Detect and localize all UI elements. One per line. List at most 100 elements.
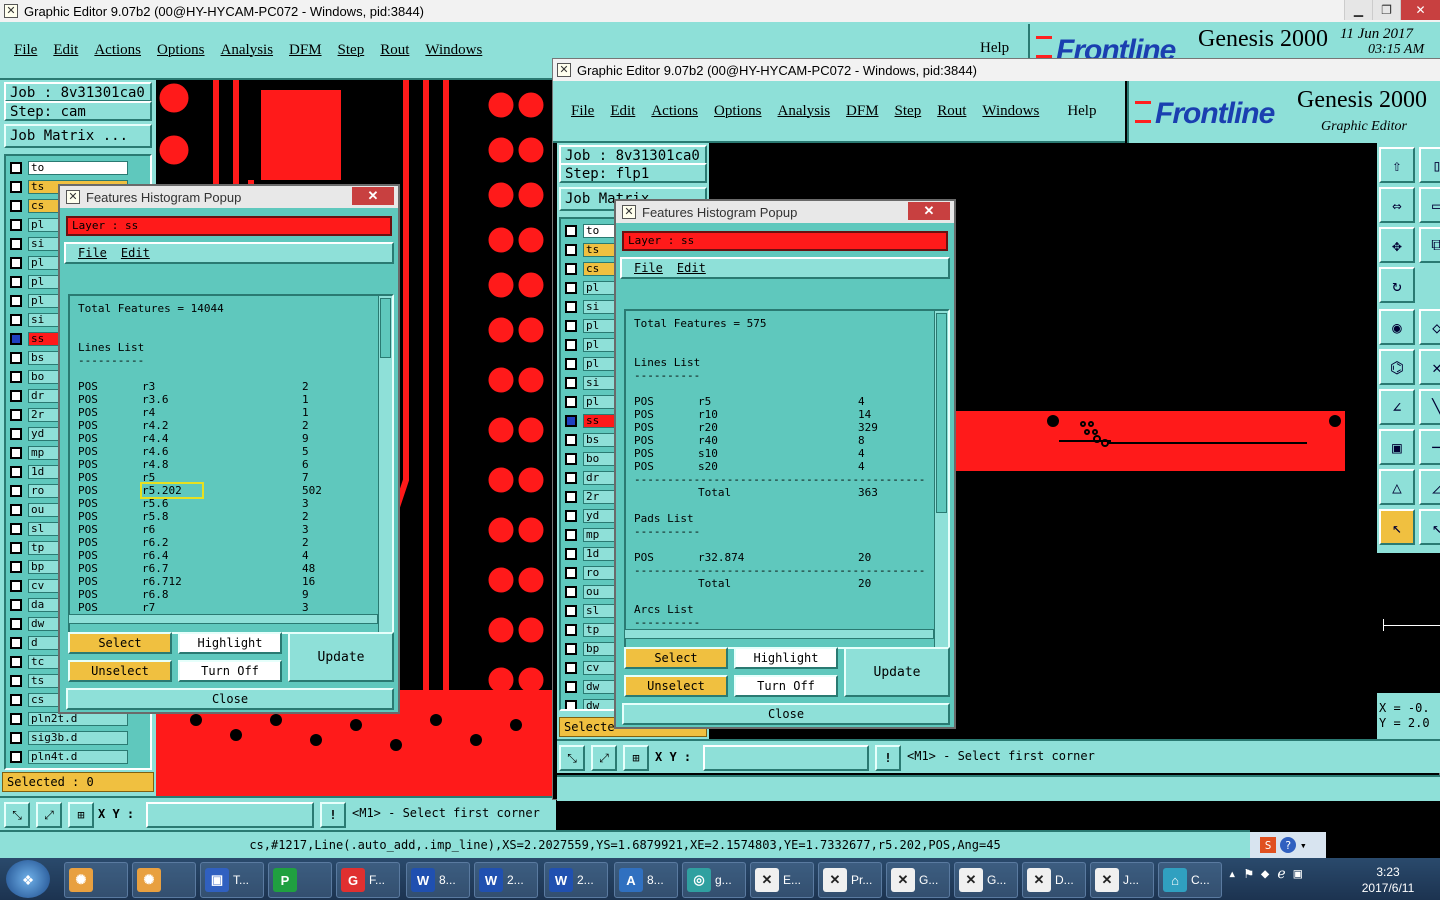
- taskbar-item[interactable]: ✕ Pr...: [818, 862, 882, 898]
- menu-analysis[interactable]: Analysis: [221, 42, 274, 59]
- menu-edit[interactable]: Edit: [53, 42, 78, 59]
- second-layer-checkbox[interactable]: [565, 282, 577, 294]
- second-zoom-fit-icon[interactable]: ⤡: [559, 745, 585, 771]
- main-layer-checkbox[interactable]: [10, 447, 22, 459]
- popup2-unselect-button[interactable]: Unselect: [624, 675, 728, 697]
- tray-arrow-icon[interactable]: ▴: [1228, 866, 1236, 882]
- main-layer-checkbox[interactable]: [10, 618, 22, 630]
- second-zoom-area-icon[interactable]: ⤢: [591, 745, 617, 771]
- second-layer-checkbox[interactable]: [565, 510, 577, 522]
- popup1-line-row[interactable]: POS r6.8 9: [78, 588, 392, 601]
- popup1-scroll-thumb[interactable]: [380, 298, 391, 358]
- second-menu-rout[interactable]: Rout: [937, 103, 966, 120]
- main-layer-checkbox[interactable]: [10, 428, 22, 440]
- popup1-line-row[interactable]: POS r5.6 3: [78, 497, 392, 510]
- grid-icon[interactable]: ⊞: [68, 802, 94, 828]
- tool-cross-icon[interactable]: ✕: [1419, 349, 1440, 385]
- main-layer-checkbox[interactable]: [10, 276, 22, 288]
- popup1-close-button[interactable]: Close: [66, 688, 394, 710]
- second-layer-checkbox[interactable]: [565, 396, 577, 408]
- popup1-update-button[interactable]: Update: [288, 632, 394, 682]
- popup1-select-button[interactable]: Select: [68, 632, 172, 654]
- main-layer-checkbox[interactable]: [10, 466, 22, 478]
- popup1-close-icon[interactable]: ✕: [352, 187, 394, 205]
- tray-flag-icon[interactable]: ⚑: [1244, 866, 1252, 882]
- popup2-update-button[interactable]: Update: [844, 647, 950, 697]
- second-grid-icon[interactable]: ⊞: [623, 745, 649, 771]
- tool-pad-icon[interactable]: ◉: [1379, 309, 1415, 345]
- start-button-icon[interactable]: ❖: [6, 860, 50, 898]
- main-layer-row[interactable]: sig3b.d: [6, 730, 150, 746]
- second-layer-checkbox[interactable]: [565, 681, 577, 693]
- main-layer-checkbox[interactable]: [10, 542, 22, 554]
- tool-angle-icon[interactable]: ∠: [1379, 389, 1415, 425]
- main-layer-checkbox[interactable]: [10, 485, 22, 497]
- tool-pointer2-icon[interactable]: ↖: [1419, 509, 1440, 545]
- taskbar-item[interactable]: A 8...: [614, 862, 678, 898]
- main-layer-name[interactable]: pln4t.d: [28, 750, 128, 764]
- popup1-line-row[interactable]: POS r4.6 5: [78, 445, 392, 458]
- popup1-line-row[interactable]: POS r5.202 502: [78, 482, 392, 499]
- second-layer-checkbox[interactable]: [565, 415, 577, 427]
- tool-line-icon[interactable]: ╲: [1419, 389, 1440, 425]
- clock[interactable]: 3:23 2017/6/11: [1340, 864, 1436, 896]
- second-menu-actions[interactable]: Actions: [651, 103, 698, 120]
- tool-rotate-icon[interactable]: ↻: [1379, 267, 1415, 303]
- menu-dfm[interactable]: DFM: [289, 42, 322, 59]
- main-layer-checkbox[interactable]: [10, 219, 22, 231]
- popup2-listbox[interactable]: Total Features = 575 Lines List --------…: [624, 309, 950, 649]
- second-menu-analysis[interactable]: Analysis: [778, 103, 831, 120]
- taskbar-item[interactable]: ✕ D...: [1022, 862, 1086, 898]
- popup2-hscroll[interactable]: [624, 629, 934, 639]
- taskbar-item[interactable]: P: [268, 862, 332, 898]
- main-title-bar[interactable]: ✕ Graphic Editor 9.07b2 (00@HY-HYCAM-PC0…: [0, 0, 1440, 22]
- second-layer-checkbox[interactable]: [565, 605, 577, 617]
- second-layer-checkbox[interactable]: [565, 434, 577, 446]
- popup1-highlight-button[interactable]: Highlight: [178, 632, 282, 654]
- second-layer-checkbox[interactable]: [565, 700, 577, 709]
- second-layer-checkbox[interactable]: [565, 263, 577, 275]
- main-layer-checkbox[interactable]: [10, 656, 22, 668]
- second-menu-step[interactable]: Step: [895, 103, 922, 120]
- second-menu-dfm[interactable]: DFM: [846, 103, 879, 120]
- popup2-vscroll[interactable]: [934, 311, 948, 647]
- tool-mirror-icon[interactable]: ⧉: [1419, 227, 1440, 263]
- popup1-line-row[interactable]: POS r6.712 16: [78, 575, 392, 588]
- taskbar-item[interactable]: G F...: [336, 862, 400, 898]
- tool-move-icon[interactable]: ⇧: [1379, 147, 1415, 183]
- close-button[interactable]: ✕: [1400, 0, 1440, 20]
- second-menu-windows[interactable]: Windows: [982, 103, 1039, 120]
- second-layer-checkbox[interactable]: [565, 567, 577, 579]
- main-layer-name[interactable]: pln2t.d: [28, 712, 128, 726]
- popup2-scroll-thumb[interactable]: [936, 313, 947, 513]
- main-layer-checkbox[interactable]: [10, 599, 22, 611]
- main-layer-checkbox[interactable]: [10, 409, 22, 421]
- main-layer-checkbox[interactable]: [10, 390, 22, 402]
- menu-step[interactable]: Step: [338, 42, 365, 59]
- main-layer-checkbox[interactable]: [10, 675, 22, 687]
- popup2-line-row[interactable]: POS r20 329: [634, 421, 948, 434]
- tool-line2-icon[interactable]: ─: [1419, 429, 1440, 465]
- taskbar-item[interactable]: ✕ J...: [1090, 862, 1154, 898]
- main-layer-checkbox[interactable]: [10, 333, 22, 345]
- second-layer-checkbox[interactable]: [565, 320, 577, 332]
- minimize-button[interactable]: ▁: [1344, 0, 1372, 20]
- menu-help[interactable]: Help: [980, 40, 1009, 57]
- second-layer-checkbox[interactable]: [565, 548, 577, 560]
- job-matrix-button[interactable]: Job Matrix ...: [4, 124, 152, 148]
- popup1-title-bar[interactable]: ✕ Features Histogram Popup ✕: [60, 186, 398, 208]
- second-menu-options[interactable]: Options: [714, 103, 762, 120]
- popup2-select-button[interactable]: Select: [624, 647, 728, 669]
- popup2-close-button[interactable]: Close: [622, 703, 950, 725]
- popup1-hscroll[interactable]: [68, 614, 378, 624]
- popup2-pad-row[interactable]: POS r32.874 20: [634, 551, 948, 564]
- second-title-bar[interactable]: ✕ Graphic Editor 9.07b2 (00@HY-HYCAM-PC0…: [553, 59, 1440, 81]
- main-layer-checkbox[interactable]: [10, 200, 22, 212]
- second-layer-checkbox[interactable]: [565, 529, 577, 541]
- tool-arc-icon[interactable]: ◿: [1419, 469, 1440, 505]
- main-layer-checkbox[interactable]: [10, 295, 22, 307]
- tray-network-icon[interactable]: ▣: [1294, 866, 1302, 882]
- second-layer-checkbox[interactable]: [565, 301, 577, 313]
- main-layer-row[interactable]: to: [6, 160, 150, 176]
- main-layer-checkbox[interactable]: [10, 751, 22, 763]
